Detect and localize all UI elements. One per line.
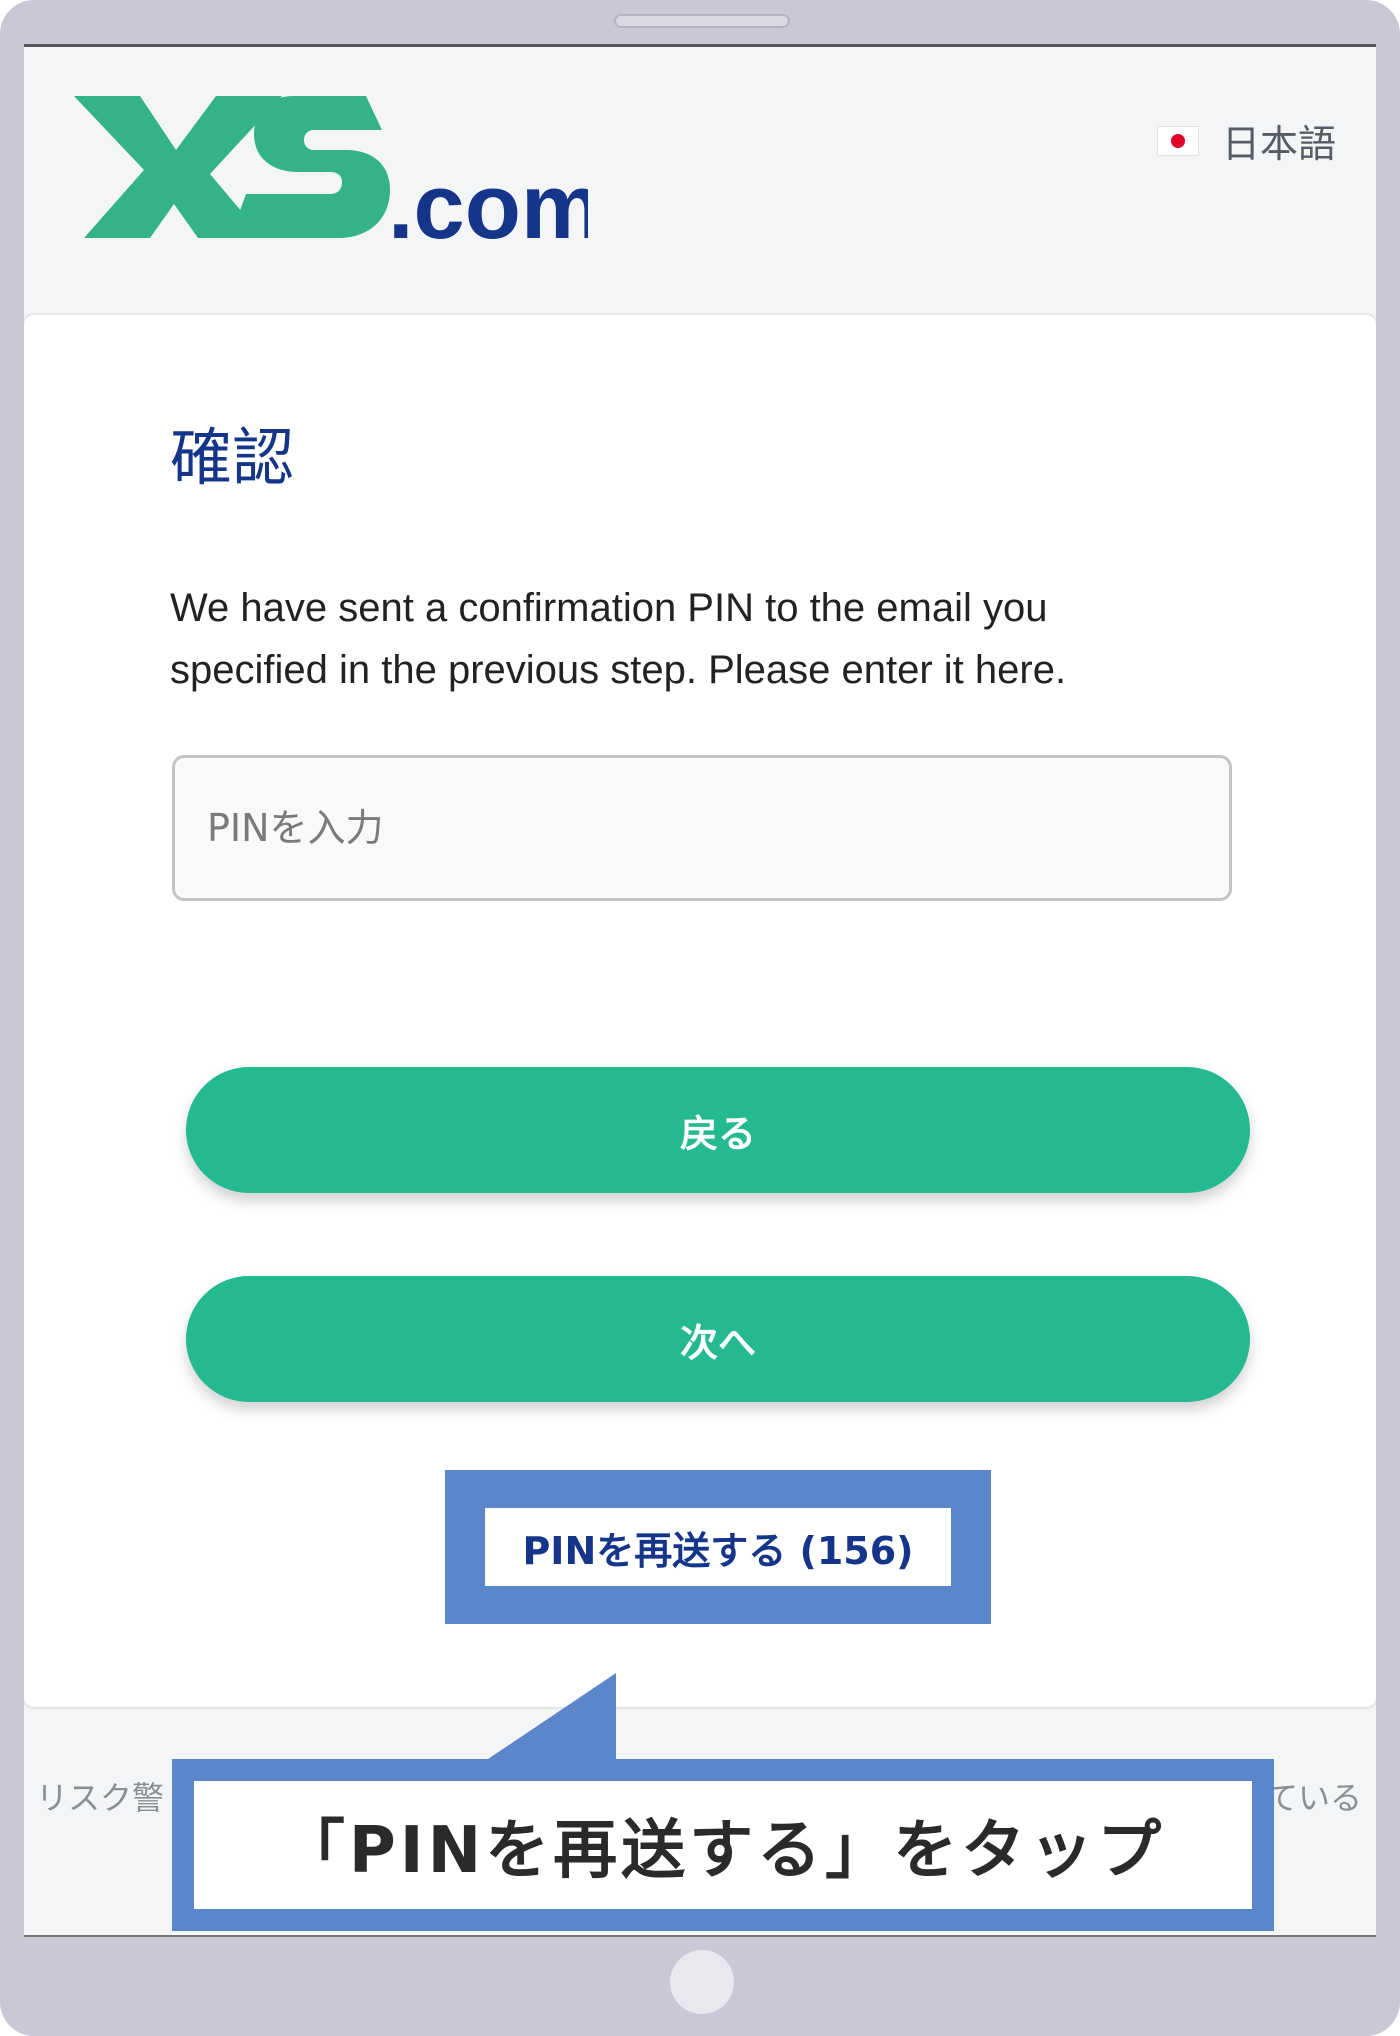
resend-pin-button[interactable]: PINを再送する (156) xyxy=(485,1508,951,1586)
confirmation-card: 確認 We have sent a confirmation PIN to th… xyxy=(24,315,1376,1707)
callout-pointer xyxy=(488,1673,616,1759)
instruction-callout: 「PINを再送する」をタップ xyxy=(172,1759,1274,1931)
speaker-grille xyxy=(614,14,790,28)
resend-highlight-frame: PINを再送する (156) xyxy=(445,1470,991,1624)
language-selector[interactable]: 日本語 xyxy=(1157,113,1336,168)
logo-com-text: .com xyxy=(388,156,588,242)
page-title: 確認 xyxy=(170,421,295,494)
confirmation-description: We have sent a confirmation PIN to the e… xyxy=(170,586,1067,692)
xs-logo: .com xyxy=(74,96,588,242)
home-button[interactable] xyxy=(670,1950,734,2014)
footer-risk-text: リスク警 xyxy=(36,1779,165,1817)
language-label: 日本語 xyxy=(1221,122,1336,166)
japan-flag-icon xyxy=(1157,126,1198,155)
back-button[interactable]: 戻る xyxy=(186,1067,1250,1193)
tablet-frame: .com 日本語 確認 We have sent a confirmation … xyxy=(0,0,1400,2036)
screen: .com 日本語 確認 We have sent a confirmation … xyxy=(24,44,1376,1937)
callout-text: 「PINを再送する」をタップ xyxy=(194,1781,1252,1909)
pin-input[interactable] xyxy=(172,755,1232,901)
next-button[interactable]: 次へ xyxy=(186,1276,1250,1402)
